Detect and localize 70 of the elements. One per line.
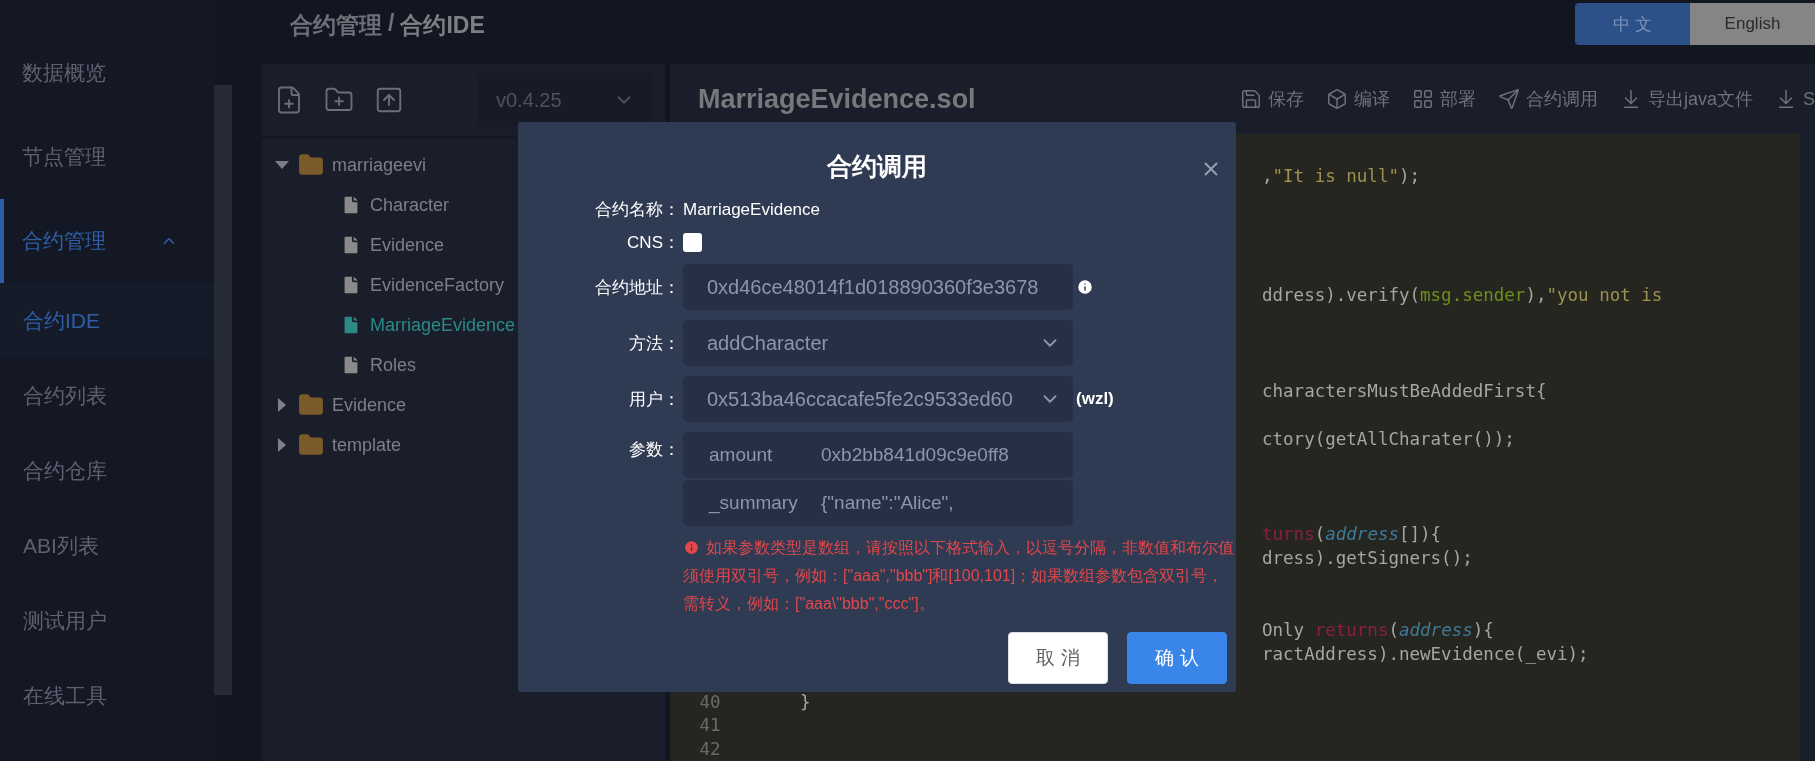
submenu-item[interactable]: 合约仓库: [0, 433, 214, 508]
folder-icon: [298, 392, 324, 418]
breadcrumb-current: 合约IDE: [400, 11, 485, 40]
save-icon[interactable]: [1239, 88, 1262, 110]
toolbar-button[interactable]: 导出java文件: [1647, 87, 1753, 111]
code-line: ctory(getAllCharater());: [1262, 428, 1515, 449]
code-line: charactersMustBeAddedFirst{: [1262, 380, 1547, 401]
menu-item[interactable]: 合约管理: [22, 227, 106, 255]
toolbar-button[interactable]: 编译: [1353, 87, 1390, 111]
code-line: ,"It is null");: [1262, 165, 1421, 186]
code-line: Only returns(address){: [1262, 619, 1494, 640]
param-field[interactable]: _summary {"name":"Alice",: [683, 480, 1073, 526]
form-label: 方法：: [629, 332, 680, 355]
contract-name: MarriageEvidence: [683, 199, 821, 220]
submenu-item[interactable]: 在线工具: [0, 658, 214, 733]
grid-icon[interactable]: [1411, 88, 1434, 110]
submenu-item[interactable]: ABI列表: [0, 508, 214, 583]
code-line: }: [800, 691, 811, 712]
line-number: 41: [699, 715, 721, 736]
form-label: CNS：: [627, 232, 680, 254]
breadcrumb-link[interactable]: 合约管理: [290, 10, 382, 41]
menu-item[interactable]: 数据概览: [22, 59, 106, 87]
user-select[interactable]: 0x513ba46ccacafe5fe2c9533ed60: [683, 376, 1073, 422]
code-line: dress).getSigners();: [1262, 548, 1473, 569]
user-note: (wzl): [1076, 389, 1115, 409]
confirm-button[interactable]: 确 认: [1127, 632, 1227, 684]
breadcrumb-separator: /: [388, 10, 395, 38]
code-line: turns(address[]){: [1262, 524, 1442, 545]
send-icon[interactable]: [1497, 88, 1520, 110]
line-number: 40: [699, 691, 721, 712]
warning-icon: [683, 539, 700, 556]
submenu-item[interactable]: 合约IDE: [0, 283, 214, 358]
checkbox[interactable]: [683, 233, 702, 252]
submenu-item[interactable]: 测试用户: [0, 583, 214, 658]
form-label: 合约地址：: [595, 276, 680, 299]
file-name[interactable]: MarriageEvidence: [370, 314, 516, 336]
code-line: ddress).verify(msg.sender),"you not is: [1262, 285, 1663, 306]
cube-icon[interactable]: [1325, 88, 1348, 110]
file-name[interactable]: Roles: [370, 354, 417, 376]
folder-icon: [298, 432, 324, 458]
method-select[interactable]: addCharacter: [683, 320, 1073, 366]
upload-icon[interactable]: [374, 85, 404, 115]
form-label: 参数：: [629, 439, 680, 461]
file-name[interactable]: Character: [370, 194, 450, 216]
language-tab[interactable]: 中 文: [1575, 3, 1690, 45]
warning-text: 如果参数类型是数组，请按照以下格式输入，以逗号分隔，非数值和布尔值须使用双引号，例如：["aaa","bbb"]和[100,101]；如果数组参数包含双引号，需转义，例如：["aaa\"bbb","ccc"]。: [683, 538, 1235, 614]
file-name[interactable]: EvidenceFactory: [370, 274, 505, 296]
param-field[interactable]: amount 0xb2bb841d09c9e0ff8: [683, 432, 1073, 478]
menu-item[interactable]: 节点管理: [22, 143, 106, 171]
toolbar-button[interactable]: 保存: [1267, 87, 1304, 111]
toolbar-button[interactable]: 合约调用: [1525, 87, 1598, 111]
folder-name[interactable]: marriageevi: [332, 154, 427, 176]
version-select[interactable]: v0.4.25: [478, 73, 653, 127]
toolbar-button[interactable]: S: [1803, 88, 1815, 110]
language-tab[interactable]: English: [1690, 3, 1815, 45]
address-field[interactable]: 0xd46ce48014f1d018890360f3e3678: [683, 264, 1073, 310]
toolbar-button[interactable]: 部署: [1439, 87, 1476, 111]
folder-name[interactable]: template: [332, 434, 402, 456]
form-label: 合约名称：: [595, 199, 680, 221]
dialog-title: 合约调用: [827, 151, 927, 182]
folder-name[interactable]: Evidence: [332, 394, 407, 416]
line-number: 42: [699, 739, 721, 760]
file-name[interactable]: Evidence: [370, 234, 445, 256]
code-line: ractAddress).newEvidence(_evi);: [1262, 643, 1589, 664]
folder-icon: [298, 152, 324, 178]
submenu-item[interactable]: 合约列表: [0, 358, 214, 433]
form-label: 用户：: [629, 388, 680, 411]
file-title: MarriageEvidence.sol: [698, 83, 976, 115]
cancel-button[interactable]: 取 消: [1008, 632, 1108, 684]
info-icon[interactable]: [1076, 278, 1094, 296]
